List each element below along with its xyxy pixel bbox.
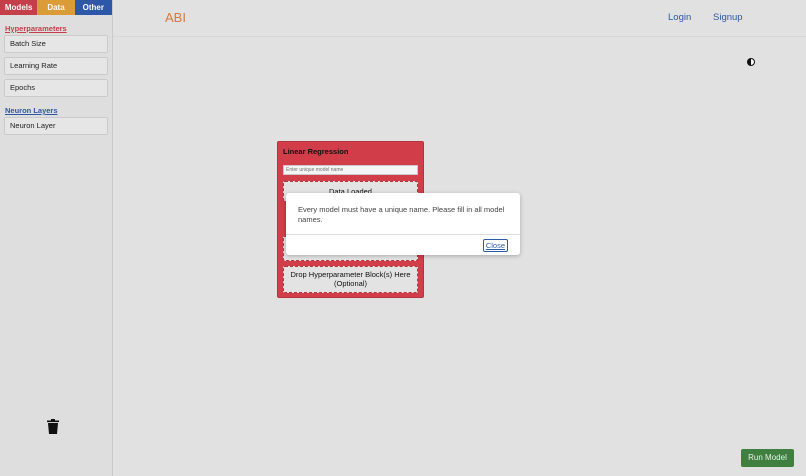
modal-divider [286, 234, 520, 235]
run-model-button[interactable]: Run Model [741, 449, 794, 467]
close-button[interactable]: Close [482, 239, 508, 252]
modal-message: Every model must have a unique name. Ple… [298, 205, 505, 224]
error-modal: Every model must have a unique name. Ple… [286, 193, 520, 255]
